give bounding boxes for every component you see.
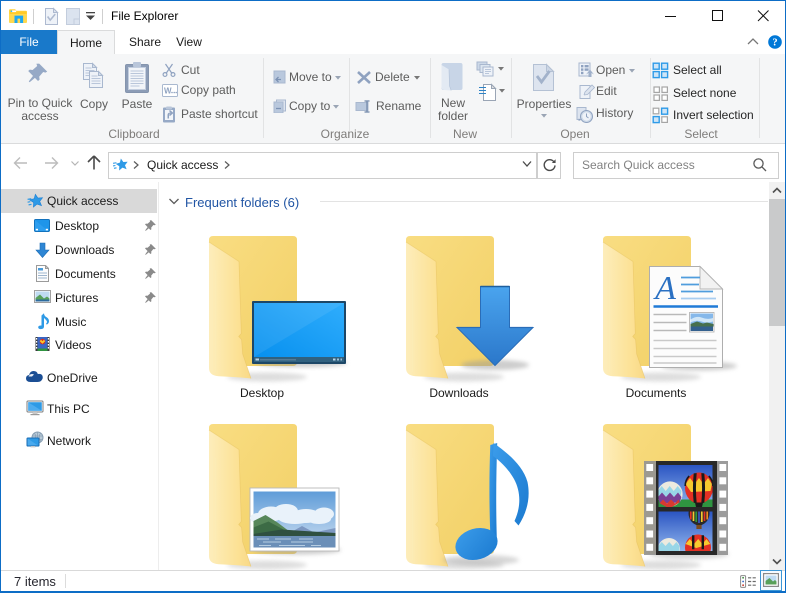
svg-text:A: A (653, 270, 676, 307)
svg-text:?: ? (772, 38, 777, 49)
svg-text:W: W (164, 87, 172, 96)
